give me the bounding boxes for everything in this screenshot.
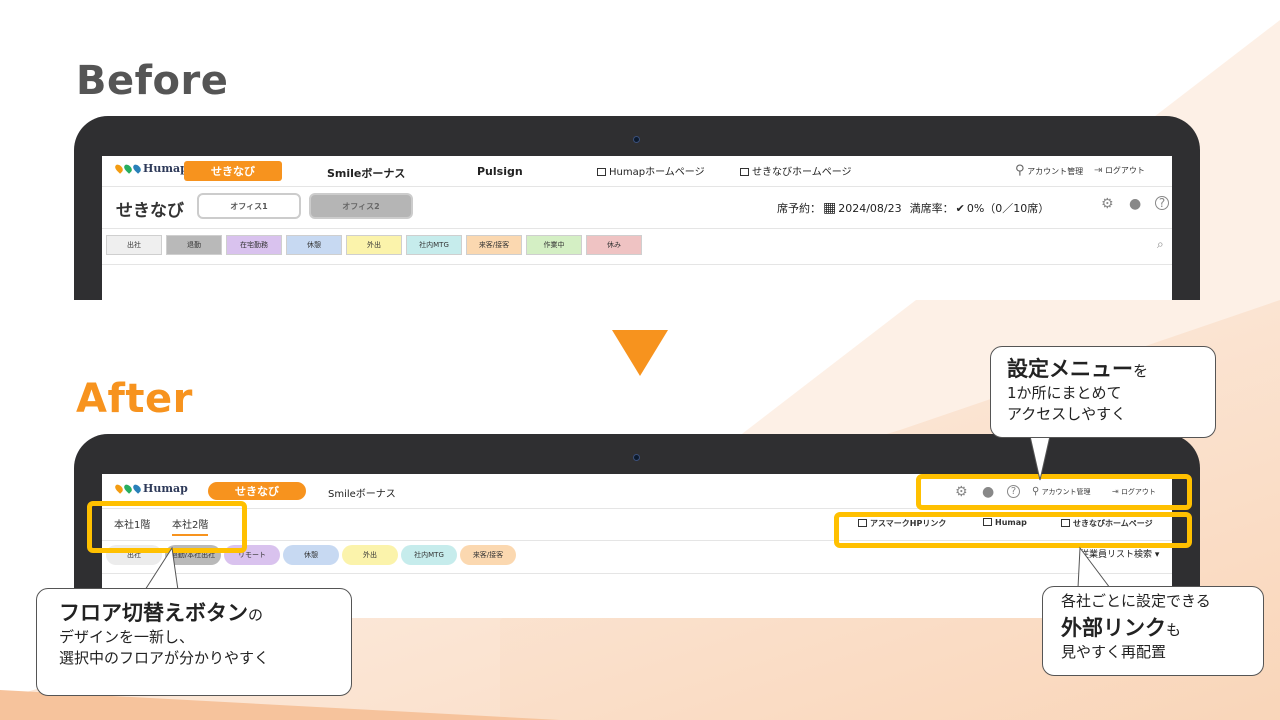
settings-menu-callout: 設定メニューを 1か所にまとめて アクセスしやすく xyxy=(990,346,1216,438)
external-links-callout: 各社ごとに設定できる 外部リンクも 見やすく再配置 xyxy=(1042,586,1264,676)
floor-switch-callout: フロア切替えボタンの デザインを一新し、 選択中のフロアが分かりやすく xyxy=(36,588,352,696)
